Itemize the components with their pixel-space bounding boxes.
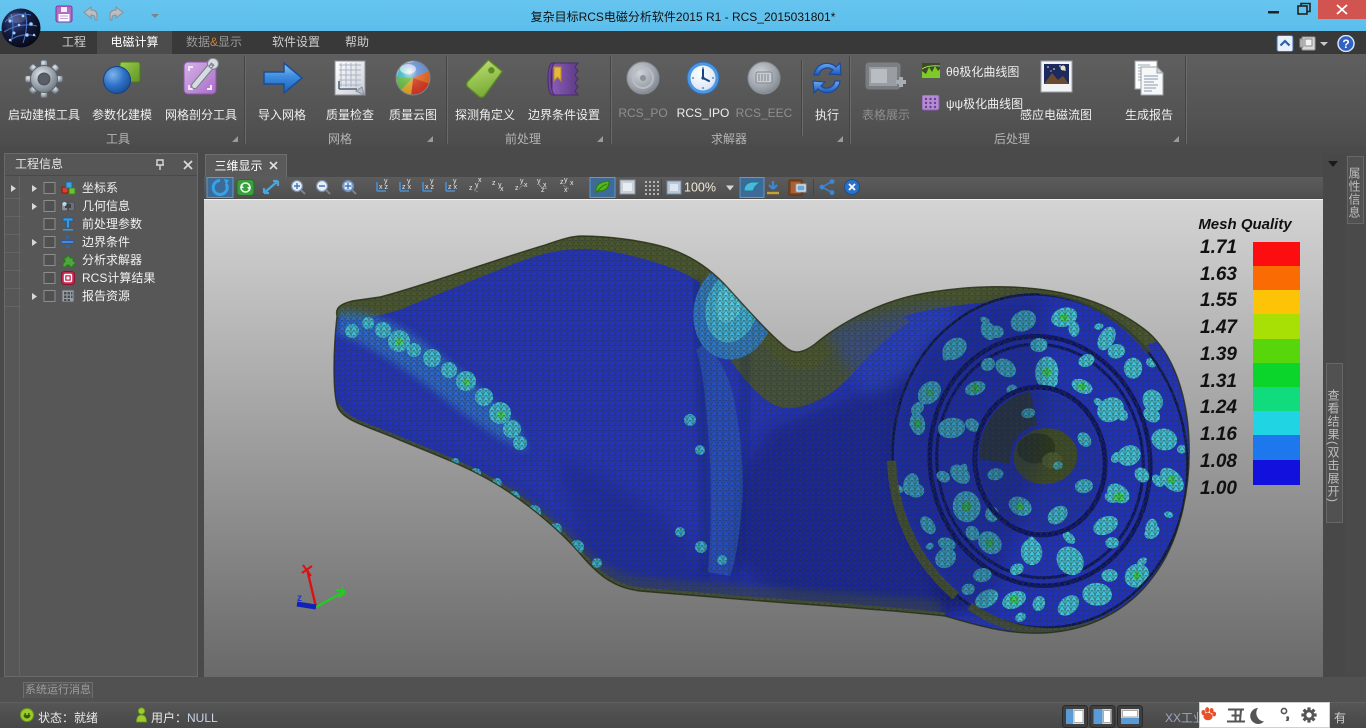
svg-text:报告资源: 报告资源: [82, 288, 130, 303]
svg-text:y: y: [430, 178, 434, 185]
svg-text:坐标系: 坐标系: [82, 181, 118, 195]
svg-text:z x: z x: [402, 184, 411, 191]
svg-text:x: x: [478, 177, 482, 184]
svg-text:x: x: [570, 180, 574, 187]
svg-text:y: y: [564, 177, 568, 184]
svg-text:分析求解器: 分析求解器: [82, 253, 142, 267]
svg-text:z: z: [297, 593, 302, 604]
svg-text:x z: x z: [379, 184, 388, 191]
svg-text:z: z: [515, 185, 519, 192]
svg-text:z: z: [469, 185, 473, 192]
svg-text:前处理参数: 前处理参数: [82, 216, 142, 231]
svg-text:y: y: [453, 178, 457, 185]
svg-text:x z: x z: [425, 184, 434, 191]
svg-text:100%: 100%: [684, 181, 716, 195]
svg-text:y: y: [407, 178, 411, 185]
svg-text:边界条件: 边界条件: [82, 235, 130, 249]
svg-text:y: y: [384, 178, 388, 185]
svg-text:z: z: [492, 180, 496, 187]
svg-text:z x: z x: [448, 184, 457, 191]
svg-text:?: ?: [1342, 37, 1349, 51]
svg-text:RCS计算结果: RCS计算结果: [82, 270, 155, 285]
svg-text:几何信息: 几何信息: [82, 198, 130, 213]
svg-text:x: x: [500, 186, 504, 193]
svg-text:y: y: [537, 178, 541, 185]
